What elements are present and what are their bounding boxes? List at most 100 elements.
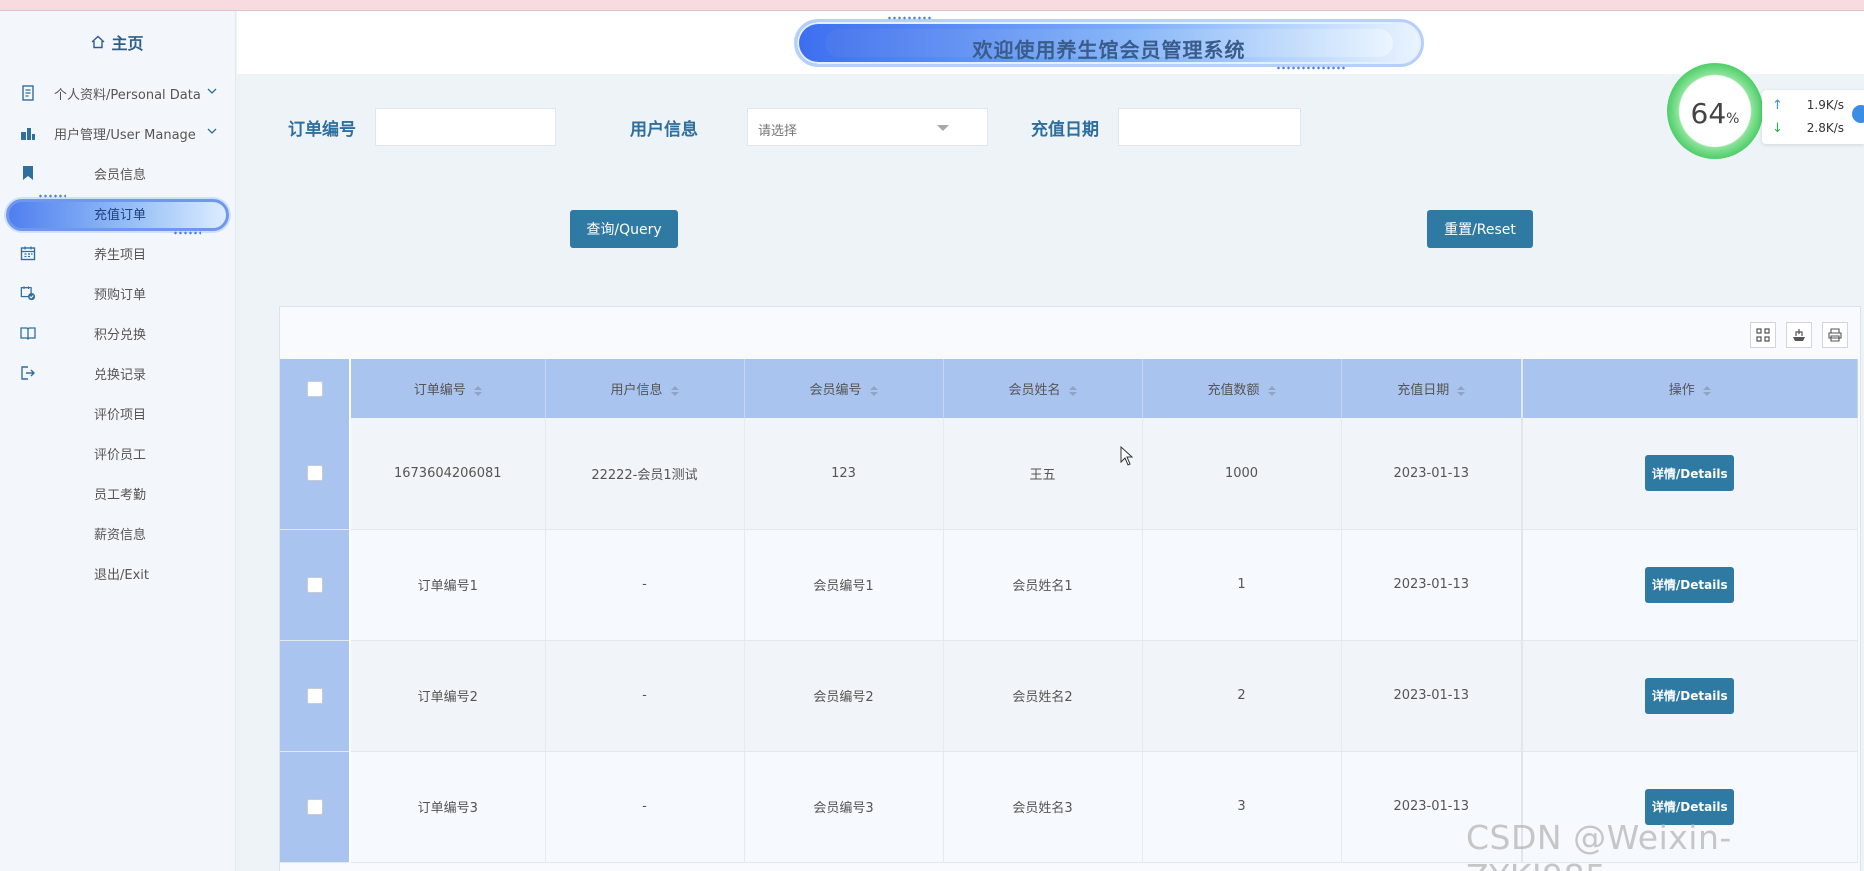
table-cell: 订单编号1: [350, 529, 546, 641]
column-header[interactable]: 充值数额: [1142, 359, 1342, 418]
table-cell: 会员姓名1: [943, 529, 1143, 641]
download-speed: 2.8K/s: [1806, 121, 1844, 135]
export-button[interactable]: [1786, 322, 1812, 348]
sidebar-item-attendance[interactable]: 员工考勤: [0, 473, 235, 513]
export-icon: [1793, 329, 1805, 341]
gauge-readout: 64%: [1667, 97, 1763, 130]
widget-toggle-icon[interactable]: [1852, 105, 1864, 123]
sidebar-item-personal-data[interactable]: 个人资料/Personal Data: [0, 73, 235, 113]
sidebar-item-exchange-records[interactable]: 兑换记录: [0, 353, 235, 393]
details-button[interactable]: 详情/Details: [1645, 566, 1735, 603]
sidebar-item-points-exchange[interactable]: 积分兑换: [0, 313, 235, 353]
table-cell: 2023-01-13: [1341, 529, 1523, 641]
row-select-cell: [280, 529, 351, 641]
table-cell: 3: [1142, 751, 1342, 863]
row-checkbox[interactable]: [306, 687, 323, 704]
select-all-checkbox[interactable]: [306, 380, 323, 397]
table-row: 1673604206081 22222-会员1测试 123 王五 1000 20…: [280, 418, 1858, 530]
table-cell: -: [545, 640, 745, 752]
gauge-value: 64: [1690, 97, 1727, 130]
table-cell: -: [545, 529, 745, 641]
query-button[interactable]: 查询/Query: [570, 210, 678, 248]
sidebar-item-exit[interactable]: 退出/Exit: [0, 553, 235, 593]
sidebar-item-salary[interactable]: 薪资信息: [0, 513, 235, 553]
header: 欢迎使用养生馆会员管理系统: [237, 11, 1864, 74]
order-number-label: 订单编号: [288, 120, 356, 140]
select-all-cell: [280, 359, 351, 418]
row-checkbox[interactable]: [306, 465, 323, 482]
calendar-check-icon: [20, 285, 36, 301]
recharge-date-input[interactable]: [1118, 108, 1301, 146]
action-cell: 详情/Details: [1521, 529, 1858, 641]
column-header[interactable]: 会员姓名: [943, 359, 1143, 418]
row-checkbox[interactable]: [306, 798, 323, 815]
sidebar-item-label: 兑换记录: [94, 367, 147, 383]
table-cell: 王五: [943, 418, 1143, 530]
column-filter-button[interactable]: [1750, 322, 1776, 348]
column-header[interactable]: 充值日期: [1341, 359, 1523, 418]
order-number-input[interactable]: [375, 108, 556, 146]
column-header[interactable]: 用户信息: [545, 359, 745, 418]
bookmark-icon: [20, 165, 36, 181]
details-button[interactable]: 详情/Details: [1645, 455, 1735, 492]
orders-table: 订单编号 用户信息 会员编号 会员姓名 充值数额 充值日期 操作 1673604…: [280, 359, 1858, 863]
sidebar-item-recharge-orders[interactable]: 充值订单: [6, 193, 229, 235]
document-icon: [20, 85, 36, 101]
sidebar-home-label: 主页: [111, 34, 144, 53]
table-panel: 订单编号 用户信息 会员编号 会员姓名 充值数额 充值日期 操作 1673604…: [279, 306, 1861, 871]
sidebar-item-member-info[interactable]: 会员信息: [0, 153, 235, 193]
sidebar-item-label: 退出/Exit: [94, 567, 149, 583]
mouse-cursor-icon: [1120, 446, 1134, 466]
logout-icon: [20, 365, 36, 381]
sidebar-item-preorders[interactable]: 预购订单: [0, 273, 235, 313]
title-banner: 欢迎使用养生馆会员管理系统: [794, 16, 1424, 70]
caret-down-icon: [937, 125, 949, 131]
sort-icon: [473, 385, 482, 396]
sidebar-item-label: 预购订单: [94, 287, 147, 303]
column-header[interactable]: 会员编号: [744, 359, 944, 418]
upload-speed: 1.9K/s: [1806, 98, 1844, 112]
column-header-label: 充值日期: [1397, 383, 1450, 398]
print-button[interactable]: [1822, 322, 1848, 348]
column-header-label: 会员编号: [809, 383, 862, 398]
reset-button[interactable]: 重置/Reset: [1427, 210, 1533, 248]
row-checkbox[interactable]: [306, 576, 323, 593]
table-cell: 会员编号1: [744, 529, 944, 641]
sidebar-item-label: 充值订单: [94, 207, 147, 223]
sidebar-home[interactable]: 主页: [0, 11, 235, 73]
user-info-select[interactable]: 请选择: [747, 108, 988, 146]
table-row: 订单编号1 - 会员编号1 会员姓名1 1 2023-01-13 详情/Deta…: [280, 529, 1858, 641]
gauge-unit: %: [1726, 111, 1740, 127]
memory-gauge[interactable]: 64%: [1667, 63, 1763, 159]
table-cell: 2023-01-13: [1341, 418, 1523, 530]
table-header-row: 订单编号 用户信息 会员编号 会员姓名 充值数额 充值日期 操作: [280, 359, 1858, 418]
decor-dots: [38, 194, 66, 198]
column-header[interactable]: 订单编号: [350, 359, 546, 418]
arrow-down-icon: ↓: [1772, 120, 1783, 136]
row-select-cell: [280, 751, 351, 863]
sidebar-item-label: 评价项目: [94, 407, 147, 423]
calendar-icon: [20, 245, 36, 261]
details-button[interactable]: 详情/Details: [1645, 677, 1735, 714]
users-icon: [20, 125, 36, 141]
sidebar-item-label: 员工考勤: [94, 487, 147, 503]
sort-icon: [670, 385, 679, 396]
sidebar-item-label: 养生项目: [94, 247, 147, 263]
arrow-up-icon: ↑: [1772, 97, 1783, 113]
table-cell: 订单编号3: [350, 751, 546, 863]
sidebar-item-user-manage[interactable]: 用户管理/User Manage: [0, 113, 235, 153]
print-icon: [1828, 328, 1842, 342]
column-header[interactable]: 操作: [1521, 359, 1858, 418]
sidebar-item-label: 积分兑换: [94, 327, 147, 343]
sort-icon: [1267, 385, 1276, 396]
table-cell: -: [545, 751, 745, 863]
home-icon: [92, 35, 105, 49]
sidebar-item-evaluate-staff[interactable]: 评价员工: [0, 433, 235, 473]
sidebar-item-health-projects[interactable]: 养生项目: [0, 233, 235, 273]
sidebar-item-evaluate-projects[interactable]: 评价项目: [0, 393, 235, 433]
table-cell: 会员编号3: [744, 751, 944, 863]
watermark: CSDN @Weixin-ZYKJ985: [1466, 818, 1732, 871]
table-cell: 会员编号2: [744, 640, 944, 752]
sidebar: 主页 个人资料/Personal Data 用户管理/User Manage 会…: [0, 11, 236, 871]
table-cell: 会员姓名2: [943, 640, 1143, 752]
